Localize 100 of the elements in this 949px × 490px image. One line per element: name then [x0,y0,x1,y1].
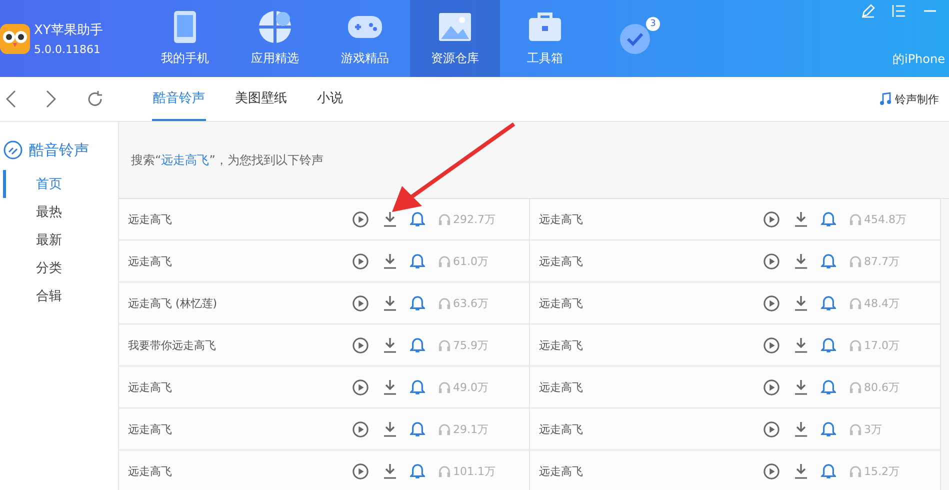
ringtone-title: 远走高飞 [539,464,584,478]
forward-icon[interactable] [46,90,56,108]
headphones-icon [849,296,862,310]
download-icon[interactable] [383,295,397,311]
play-icon[interactable] [763,336,780,354]
music-note-icon [879,92,891,106]
play-icon[interactable] [352,252,369,270]
nav-item[interactable]: 资源仓库 [410,0,500,77]
bell-icon[interactable] [410,421,425,437]
play-icon[interactable] [352,210,369,228]
nav-item[interactable]: 应用精选 [230,0,320,77]
ringtone-title: 远走高飞 (林忆莲) [128,296,218,310]
download-icon[interactable] [383,337,397,353]
ringtone-title: 远走高飞 [128,380,173,394]
grid-icon [258,10,292,44]
tab[interactable]: 小说 [316,77,344,121]
bell-icon[interactable] [410,253,425,269]
ringtone-title: 远走高飞 [128,212,173,226]
play-icon[interactable] [763,252,780,270]
nav-item[interactable]: 工具箱 [500,0,590,77]
nav-item[interactable]: 3 [590,0,680,77]
play-icon[interactable] [352,462,369,480]
play-count: 3万 [864,422,882,436]
search-result-text: 搜索“远走高飞”，为您找到以下铃声 [131,152,324,168]
bell-icon[interactable] [821,421,836,437]
download-icon[interactable] [794,463,808,479]
app-name: XY苹果助手 [34,22,103,39]
sidebar-title: 酷音铃声 [29,140,89,160]
sidebar-item[interactable]: 首页 [3,170,96,198]
ringtone-maker-button[interactable]: 铃声制作 [877,90,941,108]
bell-icon[interactable] [410,463,425,479]
music-disc-icon [3,140,23,160]
headphones-icon [849,464,862,478]
play-count: 454.8万 [864,212,906,226]
headphones-icon [849,254,862,268]
sidebar-item[interactable]: 合辑 [3,282,96,310]
bell-icon[interactable] [821,211,836,227]
gamepad-icon [347,13,383,41]
headphones-icon [849,212,862,226]
play-icon[interactable] [352,378,369,396]
bell-icon[interactable] [821,463,836,479]
play-icon[interactable] [352,294,369,312]
download-icon[interactable] [794,421,808,437]
bell-icon[interactable] [410,295,425,311]
ringtone-title: 远走高飞 [539,338,584,352]
bell-icon[interactable] [410,379,425,395]
refresh-icon[interactable] [86,90,104,108]
picture-icon [438,12,472,42]
bell-icon[interactable] [821,295,836,311]
play-count: 29.1万 [453,422,488,436]
ringtone-title: 远走高飞 [539,380,584,394]
edit-icon[interactable] [861,4,875,18]
list-icon[interactable] [892,4,906,18]
bell-icon[interactable] [821,253,836,269]
bell-icon[interactable] [821,337,836,353]
download-icon[interactable] [383,253,397,269]
ringtone-title: 我要带你远走高飞 [128,338,217,352]
headphones-icon [438,380,451,394]
play-count: 17.0万 [864,338,900,352]
back-icon[interactable] [6,90,16,108]
ringtone-title: 远走高飞 [539,296,584,310]
headphones-icon [438,464,451,478]
headphones-icon [438,212,451,226]
headphones-icon [438,254,451,268]
play-icon[interactable] [763,462,780,480]
play-icon[interactable] [352,420,369,438]
play-icon[interactable] [352,336,369,354]
ringtone-title: 远走高飞 [128,464,173,478]
sidebar-item[interactable]: 最热 [3,198,96,226]
download-icon[interactable] [383,211,397,227]
download-icon[interactable] [383,421,397,437]
ringtone-title: 远走高飞 [539,212,584,226]
sidebar-item[interactable]: 最新 [3,226,96,254]
nav-item[interactable]: 游戏精品 [320,0,410,77]
play-count: 292.7万 [453,212,496,226]
play-count: 49.0万 [453,380,488,394]
download-icon[interactable] [794,211,808,227]
bell-icon[interactable] [410,337,425,353]
play-count: 61.0万 [453,254,488,268]
ringtone-title: 远走高飞 [128,422,173,436]
bell-icon[interactable] [821,379,836,395]
download-icon[interactable] [794,295,808,311]
bell-icon[interactable] [410,211,425,227]
download-icon[interactable] [383,463,397,479]
download-icon[interactable] [794,379,808,395]
download-icon[interactable] [383,379,397,395]
play-icon[interactable] [763,210,780,228]
play-icon[interactable] [763,294,780,312]
download-icon[interactable] [794,337,808,353]
tab[interactable]: 美图壁纸 [234,77,288,121]
play-icon[interactable] [763,420,780,438]
nav-item[interactable]: 我的手机 [140,0,230,77]
phone-icon [173,10,197,44]
play-count: 80.6万 [864,380,900,394]
download-icon[interactable] [794,253,808,269]
ringtone-title: 远走高飞 [128,254,173,268]
play-icon[interactable] [763,378,780,396]
ringtone-title: 远走高飞 [539,422,584,436]
sidebar-item[interactable]: 分类 [3,254,96,282]
play-count: 48.4万 [864,296,900,310]
